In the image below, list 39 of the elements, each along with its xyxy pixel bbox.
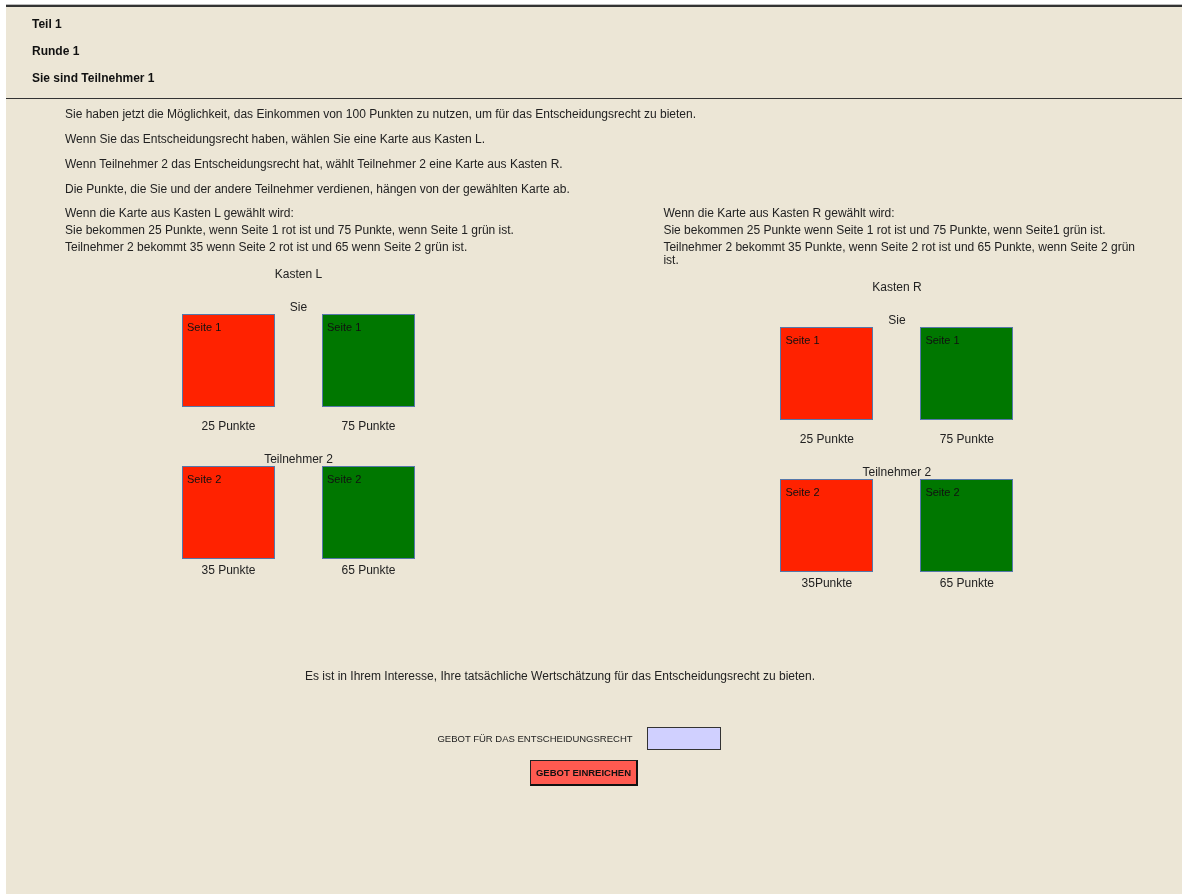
card: Seite 2 <box>920 479 1014 572</box>
points-label: 35 Punkte <box>201 563 256 577</box>
points-label: 65 Punkte <box>341 563 396 577</box>
note-text: Es ist in Ihrem Interesse, Ihre tatsächliche Wertschätzung für das Entscheidungsrecht zu bieten. <box>305 670 817 683</box>
points-label: 25 Punkte <box>799 432 854 446</box>
box-title: Kasten R <box>872 280 922 294</box>
instruction-text: Wenn Sie das Entscheidungsrecht haben, wählen Sie eine Karte aus Kasten L. <box>65 132 487 146</box>
payoff-text: Teilnehmer 2 bekommt 35 wenn Seite 2 rot ist und 65 wenn Seite 2 grün ist. <box>65 241 469 254</box>
group-label: Teilnehmer 2 <box>264 452 333 466</box>
points-label: 65 Punkte <box>939 576 994 590</box>
payoff-text: Teilnehmer 2 bekommt 35 Punkte, wenn Seite 2 rot ist und 65 Punkte, wenn Seite 2 grün ist. <box>663 241 1136 267</box>
submit-button[interactable]: GEBOT EINREICHEN <box>530 760 638 786</box>
points-label: 35Punkte <box>801 576 853 590</box>
box-title: Kasten L <box>274 267 323 281</box>
group-label: Teilnehmer 2 <box>862 465 932 479</box>
group-label: Sie <box>289 300 308 314</box>
points-label: 25 Punkte <box>201 419 256 433</box>
points-label: 75 Punkte <box>939 432 994 446</box>
card: Seite 1 <box>182 314 275 407</box>
points-label: 75 Punkte <box>341 419 396 433</box>
group-label: Sie <box>888 313 906 327</box>
instruction-text: Sie haben jetzt die Möglichkeit, das Einkommen von 100 Punkten zu nutzen, um für das Entscheidungsrecht zu bieten. <box>65 107 698 121</box>
payoff-text: Sie bekommen 25 Punkte wenn Seite 1 rot ist und 75 Punkte, wenn Seite1 grün ist. <box>663 224 1107 237</box>
card: Seite 2 <box>182 466 275 559</box>
condition-text: Wenn die Karte aus Kasten R gewählt wird: <box>663 207 896 220</box>
bid-label: GEBOT FÜR DAS ENTSCHEIDUNGSRECHT <box>437 733 633 744</box>
bid-field[interactable] <box>646 727 721 750</box>
header-text: Runde 1 <box>32 43 81 60</box>
header-text: Teil 1 <box>32 16 63 33</box>
instruction-text: Die Punkte, die Sie und der andere Teilnehmer verdienen, hängen von der gewählten Karte ab. <box>65 182 571 196</box>
condition-text: Wenn die Karte aus Kasten L gewählt wird: <box>65 207 295 220</box>
card: Seite 2 <box>322 466 415 559</box>
header-text: Sie sind Teilnehmer 1 <box>32 70 156 87</box>
card: Seite 1 <box>780 327 874 420</box>
card: Seite 1 <box>920 327 1014 420</box>
card: Seite 2 <box>780 479 874 572</box>
payoff-text: Sie bekommen 25 Punkte, wenn Seite 1 rot ist und 75 Punkte, wenn Seite 1 grün ist. <box>65 224 515 237</box>
instruction-text: Wenn Teilnehmer 2 das Entscheidungsrecht hat, wählt Teilnehmer 2 eine Karte aus Kasten R. <box>65 157 564 171</box>
card: Seite 1 <box>322 314 415 407</box>
